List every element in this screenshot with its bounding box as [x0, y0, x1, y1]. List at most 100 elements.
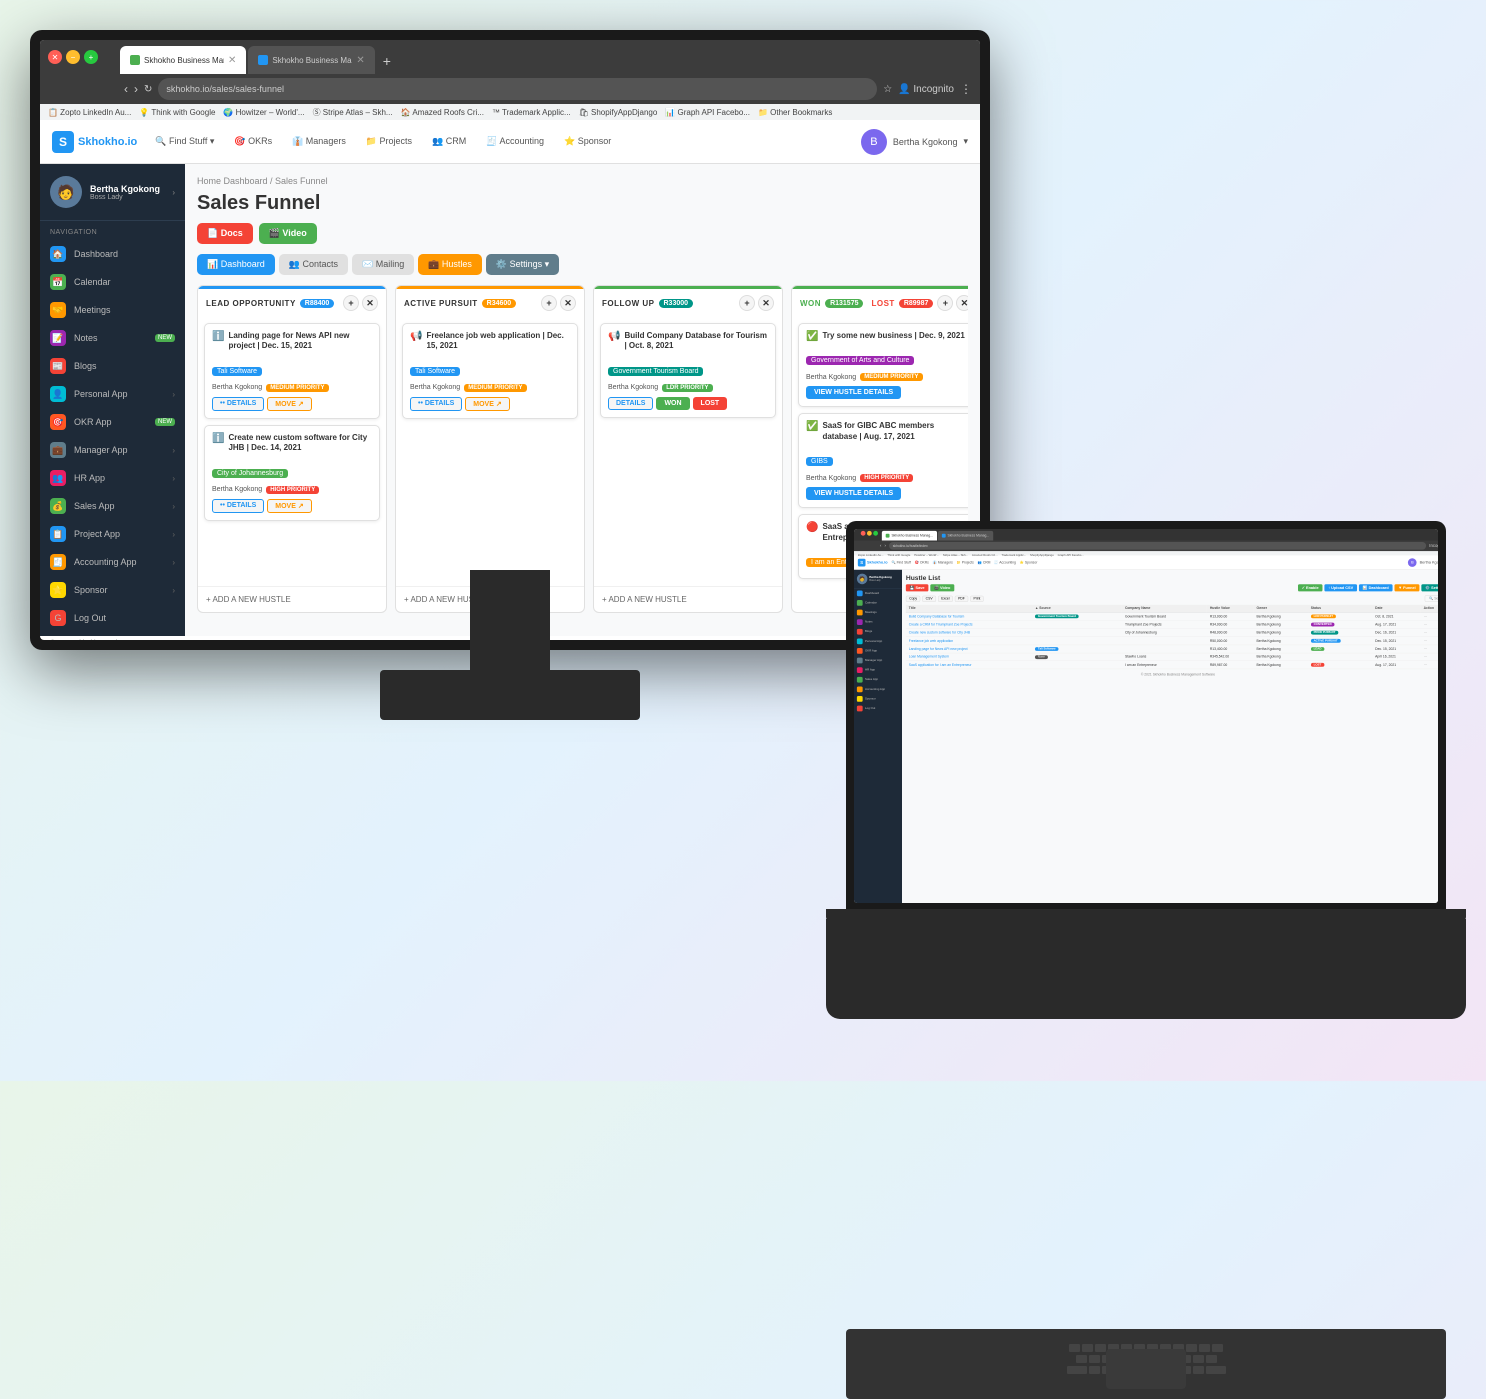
- nav-sponsor[interactable]: ⭐ Sponsor: [558, 132, 617, 151]
- col-add-followup-icon[interactable]: +: [739, 295, 755, 311]
- browser-tab-2[interactable]: Skhokho Business Manageme... ✕: [248, 46, 374, 74]
- card-6-view-btn[interactable]: VIEW HUSTLE DETAILS: [806, 487, 901, 500]
- nav-accounting[interactable]: 🧾 Accounting: [480, 132, 550, 151]
- laptop-touchpad[interactable]: [1106, 1349, 1186, 1389]
- laptop-nav-meetings[interactable]: Meetings: [854, 608, 902, 618]
- bookmark-icon[interactable]: ☆: [883, 84, 892, 95]
- bookmark-other[interactable]: 📁 Other Bookmarks: [758, 108, 832, 117]
- laptop-funnel-btn[interactable]: ▼ Funnel: [1394, 584, 1419, 591]
- card-1-move-btn[interactable]: MOVE ↗: [267, 397, 311, 411]
- laptop-bm-trademark[interactable]: Trademark Applic...: [1001, 554, 1026, 557]
- nav-crm[interactable]: 👥 CRM: [426, 132, 472, 151]
- laptop-nav-logout[interactable]: Log Out: [854, 704, 902, 714]
- bookmark-shopify[interactable]: 🛍 ShopifyAppDjango: [579, 108, 658, 117]
- laptop-tab-2[interactable]: Skhokho Business Manag...: [938, 531, 993, 541]
- card-5-view-btn[interactable]: VIEW HUSTLE DETAILS: [806, 386, 901, 399]
- nav-projects[interactable]: 📁 Projects: [360, 132, 418, 151]
- laptop-nav-hr[interactable]: HR App: [854, 665, 902, 675]
- laptop-nav-dashboard[interactable]: Dashboard: [854, 589, 902, 599]
- laptop-bm-shopify[interactable]: ShopifyAppDjango: [1030, 554, 1054, 557]
- card-2-details-btn[interactable]: •• DETAILS: [212, 499, 264, 513]
- laptop-nav-sponsor[interactable]: ⭐ Sponsor: [1020, 560, 1038, 564]
- back-btn[interactable]: ‹: [124, 82, 128, 96]
- sidebar-item-notes[interactable]: 📝 Notes NEW: [40, 324, 185, 352]
- action-btn-7[interactable]: ···: [1424, 663, 1427, 666]
- menu-icon[interactable]: ⋮: [960, 82, 972, 96]
- laptop-video-btn[interactable]: 🎬 Video: [930, 584, 954, 591]
- col-add-won-icon[interactable]: +: [937, 295, 953, 311]
- laptop-close-btn[interactable]: [861, 531, 866, 536]
- col-settings-active-icon[interactable]: ✕: [560, 295, 576, 311]
- action-btn-4[interactable]: ···: [1424, 639, 1427, 642]
- laptop-nav-okr[interactable]: OKR App: [854, 646, 902, 656]
- add-hustle-followup[interactable]: + ADD A NEW HUSTLE: [594, 586, 782, 612]
- action-btn-2[interactable]: ···: [1424, 623, 1427, 626]
- bookmark-graph[interactable]: 📊 Graph API Facebo...: [665, 108, 750, 117]
- action-btn-5[interactable]: ···: [1424, 647, 1427, 650]
- col-settings-icon[interactable]: ✕: [362, 295, 378, 311]
- tab-mailing[interactable]: ✉️ Mailing: [352, 254, 414, 275]
- bookmark-zopto[interactable]: 📋 Zopto LinkedIn Au...: [48, 108, 131, 117]
- sidebar-item-manager-app[interactable]: 💼 Manager App ›: [40, 436, 185, 464]
- close-btn[interactable]: ✕: [48, 50, 62, 64]
- laptop-nav-personal[interactable]: Personal App: [854, 637, 902, 647]
- tab-hustles[interactable]: 💼 Hustles: [418, 254, 482, 275]
- table-print-btn[interactable]: Print: [970, 595, 984, 601]
- laptop-bm-graph[interactable]: Graph API Facebo...: [1058, 554, 1084, 557]
- laptop-tab-1[interactable]: Skhokho Business Manag...: [882, 531, 937, 541]
- new-tab-btn[interactable]: +: [377, 48, 397, 74]
- user-expand-icon[interactable]: ›: [172, 188, 175, 197]
- bookmark-howitzer[interactable]: 🌍 Howitzer – World'...: [223, 108, 304, 117]
- maximize-btn[interactable]: +: [84, 50, 98, 64]
- laptop-nav-crm[interactable]: 👥 CRM: [978, 560, 991, 564]
- col-add-icon[interactable]: +: [343, 295, 359, 311]
- laptop-bm-howitzer[interactable]: Howitzer – World'...: [914, 554, 939, 557]
- laptop-min-btn[interactable]: [867, 531, 872, 536]
- laptop-address-bar[interactable]: skhokho.io/hustle/index: [889, 542, 1426, 550]
- sidebar-item-personal-app[interactable]: 👤 Personal App ›: [40, 380, 185, 408]
- table-search-field[interactable]: 🔍 Search:: [1425, 595, 1438, 602]
- table-excel-btn[interactable]: Excel: [938, 595, 953, 601]
- forward-btn[interactable]: ›: [134, 82, 138, 96]
- laptop-settings-btn[interactable]: ⚙️ Settings: [1421, 584, 1438, 591]
- laptop-nav-sponsor[interactable]: Sponsor: [854, 694, 902, 704]
- laptop-nav-okrs[interactable]: 🎯 OKRs: [915, 560, 929, 564]
- card-4-lost-btn[interactable]: LOST: [693, 397, 728, 410]
- bookmark-amazed[interactable]: 🏠 Amazed Roofs Cri...: [401, 108, 484, 117]
- col-settings-followup-icon[interactable]: ✕: [758, 295, 774, 311]
- refresh-btn[interactable]: ↻: [144, 84, 152, 95]
- card-3-details-btn[interactable]: •• DETAILS: [410, 397, 462, 411]
- nav-managers[interactable]: 👔 Managers: [286, 132, 352, 151]
- sidebar-item-calendar[interactable]: 📅 Calendar: [40, 268, 185, 296]
- card-4-details-btn[interactable]: DETAILS: [608, 397, 653, 410]
- laptop-nav-managers[interactable]: 👔 Managers: [933, 560, 953, 564]
- laptop-nav-calendar[interactable]: Calendar: [854, 598, 902, 608]
- laptop-nav-sales[interactable]: Sales App: [854, 675, 902, 685]
- laptop-forward-icon[interactable]: ›: [884, 543, 886, 548]
- laptop-max-btn[interactable]: [873, 531, 878, 536]
- bookmark-trademark[interactable]: ™ Trademark Applic...: [492, 108, 571, 117]
- table-csv-btn[interactable]: CSV: [922, 595, 936, 601]
- card-3-move-btn[interactable]: MOVE ↗: [465, 397, 509, 411]
- laptop-enable-btn[interactable]: ✓ Enable: [1298, 584, 1323, 591]
- laptop-bm-stripe[interactable]: Stripe Atlas – Skh...: [943, 554, 968, 557]
- laptop-bm-zopto[interactable]: Zopto LinkedIn Au...: [858, 554, 884, 557]
- bookmark-google[interactable]: 💡 Think with Google: [139, 108, 215, 117]
- tab-close-2-icon[interactable]: ✕: [356, 55, 364, 66]
- minimize-btn[interactable]: −: [66, 50, 80, 64]
- sidebar-item-project-app[interactable]: 📋 Project App ›: [40, 520, 185, 548]
- table-pdf-btn[interactable]: PDF: [955, 595, 968, 601]
- laptop-bm-amazed[interactable]: Amazed Roofs Cri...: [972, 554, 998, 557]
- tab-close-icon[interactable]: ✕: [228, 55, 236, 66]
- docs-button[interactable]: 📄 Docs: [197, 223, 253, 244]
- card-2-move-btn[interactable]: MOVE ↗: [267, 499, 311, 513]
- video-button[interactable]: 🎬 Video: [259, 223, 317, 244]
- sidebar-item-sales-app[interactable]: 💰 Sales App ›: [40, 492, 185, 520]
- address-bar[interactable]: skhokho.io/sales/sales-funnel: [158, 78, 877, 100]
- action-btn-1[interactable]: ···: [1424, 615, 1427, 618]
- laptop-nav-blogs[interactable]: Blogs: [854, 627, 902, 637]
- sidebar-item-accounting-app[interactable]: 🧾 Accounting App ›: [40, 548, 185, 576]
- nav-find-stuff[interactable]: 🔍 Find Stuff ▾: [149, 132, 220, 151]
- browser-tab-1[interactable]: Skhokho Business Manageme... ✕: [120, 46, 246, 74]
- tab-contacts[interactable]: 👥 Contacts: [279, 254, 348, 275]
